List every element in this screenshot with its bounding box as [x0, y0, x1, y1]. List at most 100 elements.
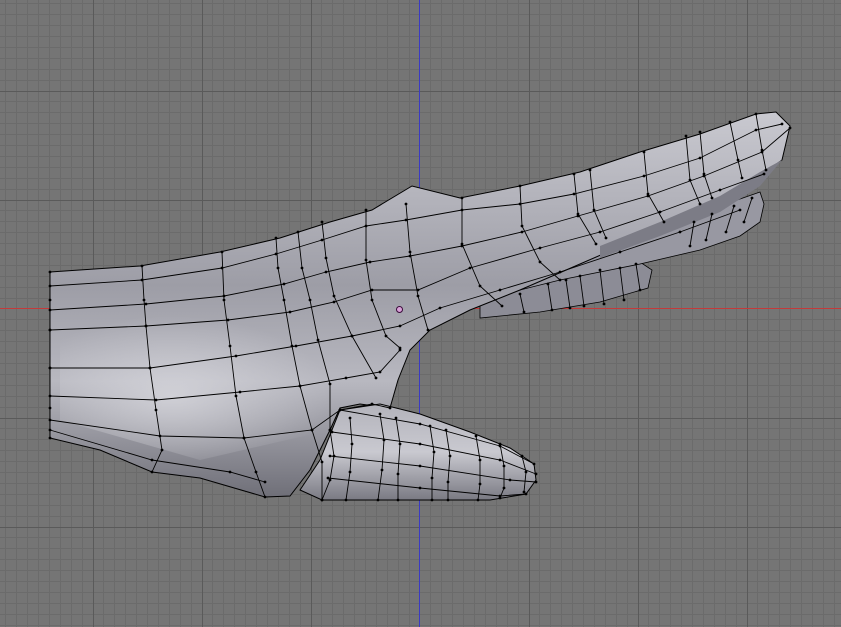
- mesh-vertex: [332, 300, 336, 304]
- mesh-vertex: [642, 174, 646, 178]
- mesh-vertex: [532, 462, 536, 466]
- mesh-vertex: [370, 298, 374, 302]
- mesh-vertex: [546, 282, 550, 286]
- mesh-vertex: [426, 328, 430, 332]
- mesh-vertex: [154, 398, 158, 402]
- mesh-vertex: [710, 212, 714, 216]
- mesh-vertex: [742, 220, 746, 224]
- mesh-vertex: [444, 428, 448, 432]
- mesh-vertex: [220, 266, 224, 270]
- mesh-vertex: [418, 422, 422, 426]
- mesh-vertex: [592, 208, 596, 212]
- mesh-vertex: [446, 498, 450, 502]
- mesh-vertex: [320, 460, 324, 464]
- mesh-vertex: [478, 482, 482, 486]
- mesh-vertex: [48, 366, 52, 370]
- mesh-vertex: [220, 250, 224, 254]
- mesh-vertex: [760, 150, 764, 154]
- mesh-vertex: [524, 470, 528, 474]
- mesh-vertex: [460, 208, 464, 212]
- mesh-vertex: [222, 294, 226, 298]
- mesh-vertex: [432, 450, 436, 454]
- mesh-vertex: [568, 306, 572, 310]
- mesh-vertex: [728, 120, 732, 124]
- mesh-vertex: [158, 434, 162, 438]
- mesh-vertex: [282, 298, 286, 302]
- mesh-vertex: [502, 486, 506, 490]
- mesh-vertex: [754, 112, 758, 116]
- mesh-vertex: [408, 250, 412, 254]
- mesh-vertex: [48, 406, 52, 410]
- mesh-vertex: [418, 442, 422, 446]
- mesh-vertex: [234, 354, 238, 358]
- mesh-vertex: [522, 490, 526, 494]
- mesh-vertex: [724, 230, 728, 234]
- mesh-vertex: [518, 292, 522, 296]
- mesh-vertex: [508, 478, 512, 482]
- mesh-vertex: [338, 408, 342, 412]
- mesh-vertex: [520, 454, 524, 458]
- mesh-vertex: [140, 264, 144, 268]
- mesh-vertex: [320, 220, 324, 224]
- mesh-vertex: [498, 444, 502, 448]
- mesh-vertex: [738, 208, 742, 212]
- mesh-vertex: [160, 448, 164, 452]
- mesh-vertex: [376, 498, 380, 502]
- mesh-vertex: [534, 472, 538, 476]
- mesh-vertex: [226, 318, 230, 322]
- mesh-vertex: [416, 294, 420, 298]
- mesh-vertex: [148, 366, 152, 370]
- mesh-vertex: [446, 480, 450, 484]
- mesh-vertex: [276, 266, 280, 270]
- mesh-vertex: [780, 122, 784, 126]
- mesh-vertex: [762, 172, 766, 176]
- mesh-vertex: [364, 224, 368, 228]
- mesh-vertex: [154, 408, 158, 412]
- mesh-vertex: [48, 270, 52, 274]
- mesh-vertex: [140, 278, 144, 282]
- mesh-vertex: [263, 495, 267, 499]
- mesh-vertex: [296, 230, 300, 234]
- mesh-vertex: [764, 168, 768, 172]
- mesh-vertex: [238, 390, 242, 394]
- mesh-vertex: [572, 192, 576, 196]
- mesh-vertex: [242, 436, 246, 440]
- mesh-vertex: [478, 458, 482, 462]
- viewport-canvas[interactable]: [0, 0, 841, 627]
- mesh-vertex: [48, 284, 52, 288]
- mesh-vertex: [710, 196, 714, 200]
- mesh-vertex: [328, 382, 332, 386]
- 3d-viewport[interactable]: [0, 0, 841, 627]
- mesh-vertex: [502, 464, 506, 468]
- mesh-vertex: [144, 302, 148, 306]
- mesh-vertex: [350, 334, 354, 338]
- mesh-vertex: [234, 394, 238, 398]
- mesh-vertex: [344, 376, 348, 380]
- mesh-vertex: [416, 288, 420, 292]
- mesh-vertex: [364, 258, 368, 262]
- mesh-vertex: [396, 498, 400, 502]
- mesh-vertex: [478, 284, 482, 288]
- mesh-vertex: [150, 458, 154, 462]
- mesh-vertex: [382, 438, 386, 442]
- mesh-vertex: [288, 310, 292, 314]
- mesh-vertex: [662, 220, 666, 224]
- mesh-vertex: [558, 270, 562, 274]
- mesh-vertex: [718, 188, 722, 192]
- mesh-vertex: [460, 244, 464, 248]
- mesh-vertex: [332, 454, 336, 458]
- mesh-vertex: [48, 328, 52, 332]
- mesh-vertex: [474, 434, 478, 438]
- mesh-vertex: [698, 156, 702, 160]
- mesh-vertex: [344, 498, 348, 502]
- object-origin-pivot[interactable]: [396, 306, 403, 313]
- mesh-vertex: [618, 250, 622, 254]
- mesh-vertex: [368, 260, 372, 264]
- mesh-vertex: [646, 194, 650, 198]
- mesh-vertex: [428, 424, 432, 428]
- mesh-vertex: [348, 416, 352, 420]
- mesh-vertex: [274, 236, 278, 240]
- mesh-vertex: [754, 128, 758, 132]
- mesh-vertex: [572, 172, 576, 176]
- mesh-vertex: [48, 308, 52, 312]
